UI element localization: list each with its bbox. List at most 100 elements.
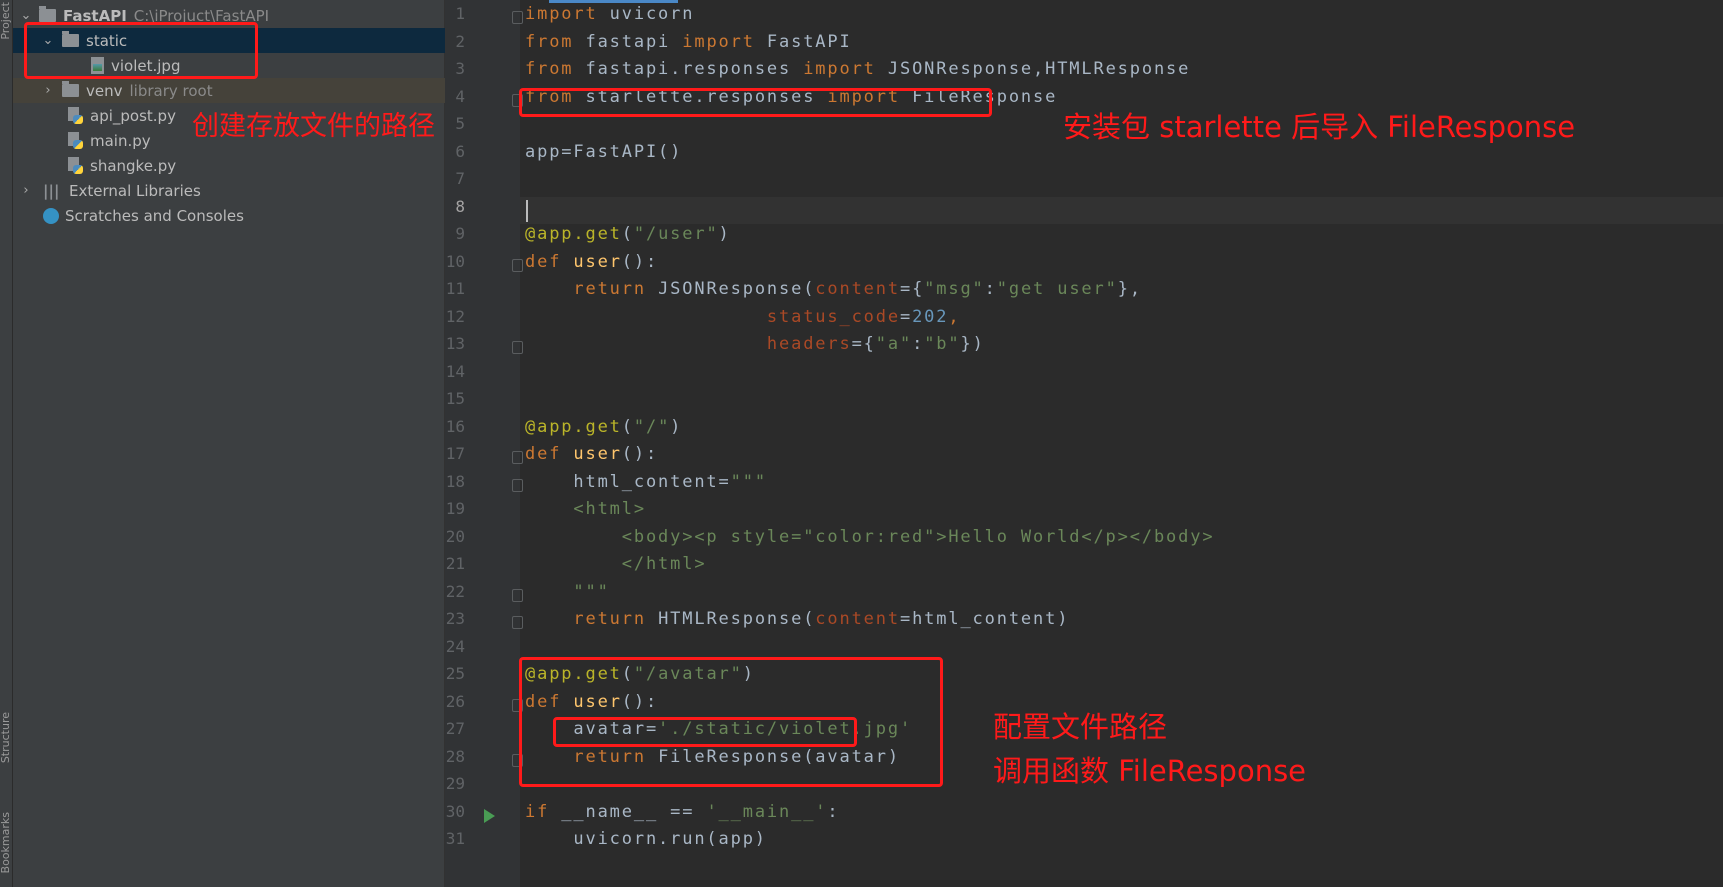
line-number: 30	[445, 801, 465, 821]
code-line[interactable]: <body><p style="color:red">Hello World</…	[525, 527, 1214, 555]
line-number: 9	[455, 224, 465, 243]
code-line[interactable]: headers={"a":"b"})	[525, 334, 985, 362]
code-token-pl: fastapi.responses	[573, 59, 804, 79]
line-number: 1	[455, 4, 465, 23]
tree-item-hint: library root	[129, 81, 213, 100]
code-token-str: "/"	[633, 416, 671, 437]
code-token-kw: import	[525, 4, 598, 24]
code-token-kw: return	[573, 609, 646, 629]
code-token-kw: ,	[948, 306, 961, 327]
tree-item-scratches[interactable]: Scratches and Consoles	[13, 203, 445, 228]
fold-marker-icon[interactable]	[512, 258, 523, 272]
code-line[interactable]: @app.get("/user")	[525, 224, 731, 252]
line-number: 17	[445, 444, 465, 463]
code-line[interactable]: def user():	[525, 252, 658, 280]
structure-tool-tab[interactable]: Structure	[0, 712, 12, 763]
code-token-pl: html_content=	[525, 471, 731, 492]
fold-marker-icon[interactable]	[512, 588, 523, 602]
line-number: 15	[445, 389, 465, 408]
code-token-pl: },	[1117, 279, 1142, 299]
tree-item-shangke-py[interactable]: shangke.py	[13, 153, 445, 178]
chevron-down-icon[interactable]: ⌄	[19, 8, 33, 23]
code-token-pl: uvicorn	[597, 4, 695, 24]
line-number: 13	[445, 334, 465, 353]
code-line[interactable]: return JSONResponse(content={"msg":"get …	[525, 279, 1142, 307]
line-number: 14	[445, 361, 465, 381]
code-token-pl: :	[827, 801, 840, 822]
line-number: 16	[445, 416, 465, 436]
fold-marker-icon[interactable]	[512, 341, 523, 354]
code-token-kw: def	[525, 444, 562, 464]
active-tab-indicator	[549, 0, 678, 3]
folder-icon	[39, 6, 56, 22]
tree-item-external-libraries[interactable]: › ||| External Libraries	[13, 178, 445, 203]
tree-item-venv[interactable]: › venv library root	[13, 78, 445, 103]
line-number: 28	[445, 746, 465, 766]
code-token-param: content	[815, 609, 900, 629]
chevron-right-icon[interactable]: ›	[19, 183, 33, 198]
code-token-kw: from	[525, 59, 574, 79]
tree-item-label: External Libraries	[69, 181, 201, 200]
line-number: 24	[445, 636, 465, 656]
code-line[interactable]: app=FastAPI()	[525, 142, 682, 170]
code-token-num: 202	[912, 306, 949, 327]
line-number: 5	[455, 114, 465, 133]
code-line[interactable]: from fastapi import FastAPI	[525, 32, 852, 60]
tree-item-label: main.py	[90, 131, 151, 150]
libraries-icon: |||	[43, 181, 60, 200]
code-line[interactable]: return HTMLResponse(content=html_content…	[525, 609, 1069, 637]
code-line[interactable]: </html>	[525, 554, 706, 582]
line-number: 11	[445, 279, 465, 298]
project-tool-tab[interactable]: Project	[0, 2, 12, 40]
chevron-right-icon[interactable]: ›	[41, 83, 55, 98]
code-token-str: "/user"	[633, 224, 719, 244]
line-number: 27	[445, 719, 465, 738]
code-line[interactable]: html_content="""	[525, 472, 767, 500]
line-number: 29	[445, 774, 465, 793]
code-token-kw: return	[573, 279, 646, 299]
fold-marker-icon[interactable]	[512, 11, 523, 24]
fold-marker-icon[interactable]	[512, 616, 523, 629]
code-line[interactable]: if __name__ == '__main__':	[525, 802, 840, 830]
code-line[interactable]: @app.get("/")	[525, 417, 682, 445]
code-token-pl: =html_content)	[899, 609, 1070, 629]
line-number: 6	[455, 141, 465, 161]
code-token-str: '__main__'	[706, 801, 828, 822]
annotation-box-import	[519, 88, 992, 117]
code-token-pl: })	[960, 334, 985, 354]
line-number: 3	[455, 59, 465, 78]
code-token-kw: def	[525, 251, 562, 272]
code-token-str: """	[730, 471, 767, 492]
code-line[interactable]: uvicorn.run(app)	[525, 829, 767, 857]
code-line[interactable]: <html>	[525, 499, 646, 527]
python-file-icon	[68, 132, 83, 149]
code-token-pl: ():	[621, 444, 659, 464]
code-token-kw: from	[525, 31, 574, 52]
code-line[interactable]: def user():	[525, 444, 658, 472]
code-token-pl: JSONResponse,HTMLResponse	[875, 59, 1191, 79]
code-line[interactable]: from fastapi.responses import JSONRespon…	[525, 59, 1190, 87]
bookmarks-tool-tab[interactable]: Bookmarks	[0, 812, 12, 873]
code-line[interactable]: """	[525, 582, 610, 610]
code-token-pl: =	[899, 306, 913, 327]
fold-marker-icon[interactable]	[512, 478, 523, 492]
code-line[interactable]: status_code=202,	[525, 307, 960, 335]
code-token-pl: fastapi	[573, 31, 683, 52]
code-token-pl: (	[621, 224, 634, 244]
run-icon[interactable]	[484, 808, 495, 823]
code-token-str: <html>	[573, 499, 646, 519]
line-number: 2	[455, 31, 465, 51]
code-line[interactable]: import uvicorn	[525, 4, 694, 32]
fold-marker-icon[interactable]	[512, 451, 523, 464]
code-token-param: status_code	[766, 306, 900, 327]
line-number: 4	[455, 86, 465, 106]
line-number: 10	[445, 251, 465, 271]
line-number: 18	[445, 471, 465, 491]
code-token-pl: ():	[621, 251, 659, 272]
code-token-deco: @app.get	[525, 416, 622, 437]
text-caret	[526, 199, 528, 222]
